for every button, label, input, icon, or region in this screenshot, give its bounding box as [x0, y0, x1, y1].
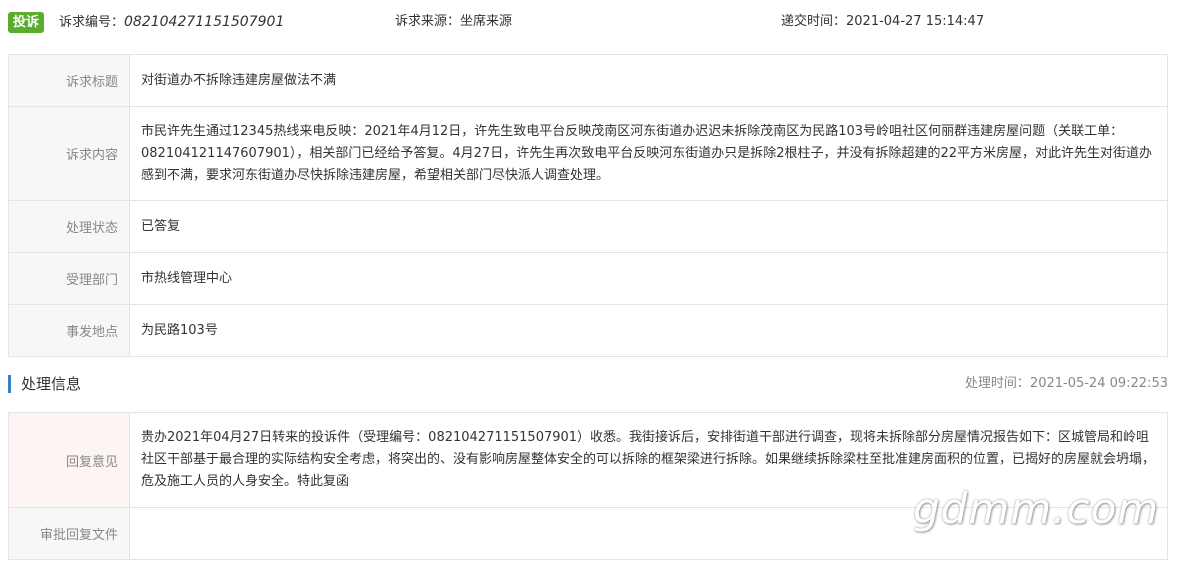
status-value: 已答复: [129, 200, 1168, 253]
place-label: 事发地点: [8, 304, 130, 357]
handling-time-label: 处理时间：: [964, 376, 1030, 391]
handling-time-value: 2021-05-24 09:22:53: [1029, 376, 1168, 391]
complaint-number-value: 082104271151507901: [124, 14, 285, 30]
content-value: 市民许先生通过12345热线来电反映：2021年4月12日，许先生致电平台反映茂…: [129, 106, 1168, 201]
complaint-number-label: 诉求编号：: [59, 15, 125, 30]
dept-label: 受理部门: [8, 252, 130, 305]
complaint-source-value: 坐席来源: [460, 14, 513, 29]
title-row: 诉求标题 对街道办不拆除违建房屋做法不满: [8, 54, 1168, 107]
approval-file-label: 审批回复文件: [8, 507, 130, 560]
place-value: 为民路103号: [129, 304, 1168, 357]
site-watermark: gdmm.com: [913, 484, 1160, 533]
complaint-info-table: 诉求标题 对街道办不拆除违建房屋做法不满 诉求内容 市民许先生通过12345热线…: [8, 54, 1168, 357]
status-label: 处理状态: [8, 200, 130, 253]
place-row: 事发地点 为民路103号: [8, 304, 1168, 357]
dept-row: 受理部门 市热线管理中心: [8, 252, 1168, 305]
complaint-source-label: 诉求来源：: [395, 14, 461, 29]
submit-time-label: 递交时间：: [781, 14, 847, 29]
title-value: 对街道办不拆除违建房屋做法不满: [129, 54, 1168, 107]
complaint-source: 诉求来源：坐席来源: [395, 11, 512, 33]
handling-time: 处理时间：2021-05-24 09:22:53: [965, 375, 1168, 393]
submit-time-value: 2021-04-27 15:14:47: [846, 14, 985, 29]
handling-section-title: 处理信息: [8, 375, 81, 393]
complaint-header: 投诉 诉求编号：082104271151507901 诉求来源：坐席来源 递交时…: [8, 11, 1168, 33]
complaint-type-badge: 投诉: [8, 12, 45, 33]
content-label: 诉求内容: [8, 106, 130, 201]
reply-label: 回复意见: [8, 412, 130, 508]
dept-value: 市热线管理中心: [129, 252, 1168, 305]
submit-time: 递交时间：2021-04-27 15:14:47: [781, 11, 984, 33]
title-label: 诉求标题: [8, 54, 130, 107]
status-row: 处理状态 已答复: [8, 200, 1168, 253]
complaint-number: 诉求编号：082104271151507901: [59, 11, 284, 34]
content-row: 诉求内容 市民许先生通过12345热线来电反映：2021年4月12日，许先生致电…: [8, 106, 1168, 201]
